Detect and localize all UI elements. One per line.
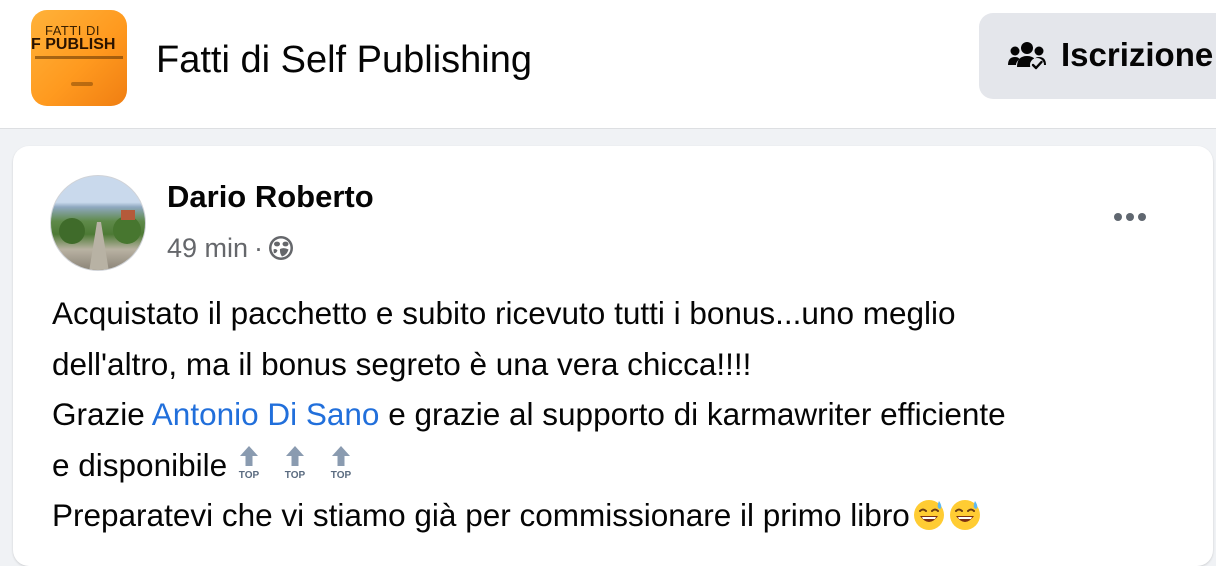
group-logo[interactable]: FATTI DI F PUBLISH — [31, 10, 127, 106]
top-arrow-emoji-icon: TOP — [236, 444, 262, 482]
post-text-line: Grazie Antonio Di Sano e grazie al suppo… — [52, 389, 1192, 440]
post-author-name[interactable]: Dario Roberto — [167, 178, 374, 216]
post-more-options-button[interactable] — [1108, 197, 1152, 237]
post-text-line: Acquistato il pacchetto e subito ricevut… — [52, 295, 956, 331]
post-body: Acquistato il pacchetto e subito ricevut… — [52, 288, 1192, 541]
join-button-label: Iscrizione — [1061, 36, 1214, 73]
top-emoji-group: TOP TOP TOP — [236, 444, 374, 483]
top-arrow-emoji-icon: TOP — [282, 444, 308, 482]
author-avatar[interactable] — [50, 175, 146, 271]
post-timestamp[interactable]: 49 min — [167, 233, 248, 264]
post-text-line: e disponibile TOP TOP TOP — [52, 440, 1192, 491]
post-meta: 49 min · — [167, 230, 295, 266]
sweat-smile-emoji-icon — [949, 500, 980, 530]
logo-signature — [71, 82, 93, 86]
more-dot-icon — [1126, 213, 1134, 221]
post-text-line: dell'altro, ma il bonus segreto è una ve… — [52, 345, 752, 382]
mention-link[interactable]: Antonio Di Sano — [152, 396, 380, 432]
post-text-segment: Preparatevi che vi stiamo già per commis… — [52, 497, 910, 533]
post-text-segment: Grazie — [52, 396, 152, 432]
post-text-line: Preparatevi che vi stiamo già per commis… — [52, 490, 1192, 541]
more-dot-icon — [1138, 213, 1146, 221]
meta-separator: · — [254, 232, 264, 263]
join-group-button[interactable]: Iscrizione — [979, 13, 1216, 99]
group-header: FATTI DI F PUBLISH Fatti di Self Publish… — [0, 0, 1216, 129]
group-name[interactable]: Fatti di Self Publishing — [156, 37, 532, 83]
sweat-smile-emoji-icon — [913, 500, 944, 530]
globe-icon[interactable] — [267, 234, 295, 262]
group-members-icon — [1008, 42, 1046, 72]
sweat-smile-emoji-group — [910, 497, 982, 533]
top-emoji-label: TOP — [331, 470, 352, 481]
post-text-segment: e grazie al supporto di karmawriter effi… — [379, 396, 1006, 432]
post-text-segment: e disponibile — [52, 446, 236, 483]
top-emoji-label: TOP — [285, 470, 306, 481]
top-arrow-emoji-icon: TOP — [328, 444, 354, 482]
logo-text-main: F PUBLISH — [31, 36, 116, 53]
top-emoji-label: TOP — [239, 470, 260, 481]
logo-divider — [35, 56, 123, 59]
more-dot-icon — [1114, 213, 1122, 221]
